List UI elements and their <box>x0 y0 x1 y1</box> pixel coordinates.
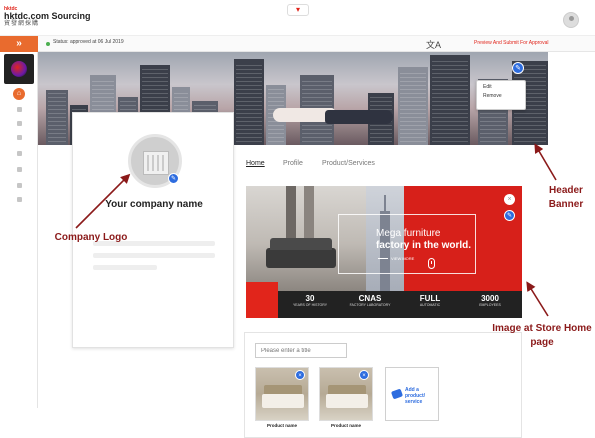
user-icon[interactable] <box>17 107 22 112</box>
annotation-header-banner: Header Banner <box>548 185 584 210</box>
preview-submit-link[interactable]: Preview And Submit For Approval <box>474 40 548 46</box>
home-icon[interactable]: ⌂ <box>13 88 25 100</box>
translate-icon[interactable]: 文A <box>426 38 441 51</box>
close-icon[interactable]: × <box>359 370 369 380</box>
stat-item: FULL AUTOMATIC <box>402 294 458 307</box>
stat-item: 3000 EMPLOYEES <box>462 294 518 307</box>
user-icon[interactable] <box>563 12 579 28</box>
store-avatar[interactable] <box>4 54 34 84</box>
add-product-button[interactable]: Add a product/ service <box>385 367 439 421</box>
mouse-scroll-icon <box>428 258 435 269</box>
bed <box>326 385 368 408</box>
company-name: Your company name <box>105 199 203 210</box>
brand-logo[interactable]: hktdc hktdc.com Sourcing 貿發網採購 <box>4 7 114 28</box>
product-card[interactable]: × Product name <box>255 367 309 428</box>
arrow-header-banner <box>534 143 557 181</box>
building-icon <box>143 151 169 175</box>
banner-context-menu: Edit Remove <box>476 80 526 110</box>
stat-label: EMPLOYEES <box>479 303 501 307</box>
annotation-store-image: Image at Store Home page <box>492 323 592 348</box>
tab-profile[interactable]: Profile <box>283 160 303 167</box>
side-nav: » ⌂ <box>0 36 38 408</box>
menu-item-edit[interactable]: Edit <box>477 81 525 90</box>
banner-building <box>430 55 470 145</box>
pencil-icon[interactable]: ✎ <box>504 210 515 221</box>
tab-product-services[interactable]: Product/Services <box>322 160 375 167</box>
product-name: Product name <box>330 423 361 428</box>
brand-chinese-name: 貿發網採購 <box>4 21 40 27</box>
status-bar: Status: approved at 06 Jul 2019 文A Previ… <box>38 36 595 52</box>
document-icon[interactable] <box>17 197 22 202</box>
product-card[interactable]: × Product name <box>319 367 373 428</box>
close-icon[interactable]: × <box>504 194 515 205</box>
stat-value: 3000 <box>481 294 499 303</box>
company-card: ✎ Your company name <box>72 112 234 348</box>
stat-value: 30 <box>305 294 315 303</box>
link-icon[interactable] <box>17 183 22 188</box>
menu-item-remove[interactable]: Remove <box>477 90 525 99</box>
status-dot-icon <box>46 42 50 46</box>
promo-subheadline: factory in the world. <box>376 240 472 251</box>
expand-sidebar-button[interactable]: » <box>0 36 38 52</box>
box-icon[interactable] <box>17 167 22 172</box>
tag-icon <box>390 388 404 400</box>
stat-value: FULL <box>419 294 441 303</box>
chevron-down-icon[interactable]: ▾ <box>287 4 309 16</box>
arrow-store-image <box>526 281 549 317</box>
stat-label: AUTOMATIC <box>419 303 441 307</box>
view-more-link[interactable]: VIEW MORE <box>378 256 414 261</box>
handshake-image <box>273 100 393 130</box>
stat-label: YEARS OF HISTORY <box>292 303 328 307</box>
settings-icon[interactable] <box>17 135 22 140</box>
promo-red-corner <box>246 282 278 318</box>
add-product-label: Add a product/ service <box>405 387 425 405</box>
chat-icon[interactable] <box>17 121 22 126</box>
annotation-company-logo: Company Logo <box>54 232 128 243</box>
sofa <box>266 238 336 268</box>
banner-building <box>398 67 428 145</box>
placeholder-line <box>93 265 157 270</box>
close-icon[interactable]: × <box>295 370 305 380</box>
stat-item: 30 YEARS OF HISTORY <box>282 294 338 307</box>
stat-value: CNAS <box>358 294 382 303</box>
brand-name: hktdc.com Sourcing <box>4 11 91 21</box>
promo-headline: Mega furniture <box>376 228 441 239</box>
top-bar: hktdc hktdc.com Sourcing 貿發網採購 ▾ <box>0 0 595 36</box>
store-home-image[interactable]: Mega furniture factory in the world. VIE… <box>246 186 522 318</box>
pencil-icon[interactable]: ✎ <box>512 62 524 74</box>
section-title-input[interactable] <box>255 343 347 358</box>
placeholder-line <box>93 253 215 258</box>
hand-right <box>325 110 393 124</box>
stat-item: CNAS FACTORY LABORATORY <box>342 294 398 307</box>
status-text: Status: approved at 06 Jul 2019 <box>53 39 124 45</box>
tab-home[interactable]: Home <box>246 160 265 167</box>
stats-strip: 30 YEARS OF HISTORY CNAS FACTORY LABORAT… <box>278 291 522 318</box>
stat-label: FACTORY LABORATORY <box>349 303 391 307</box>
banner-building <box>46 90 68 145</box>
product-section: × Product name × Product name Add a prod… <box>244 332 522 438</box>
list-icon[interactable] <box>17 151 22 156</box>
banner-building <box>234 59 264 145</box>
pencil-icon[interactable]: ✎ <box>168 173 179 184</box>
bed <box>262 385 304 408</box>
product-name: Product name <box>266 423 297 428</box>
